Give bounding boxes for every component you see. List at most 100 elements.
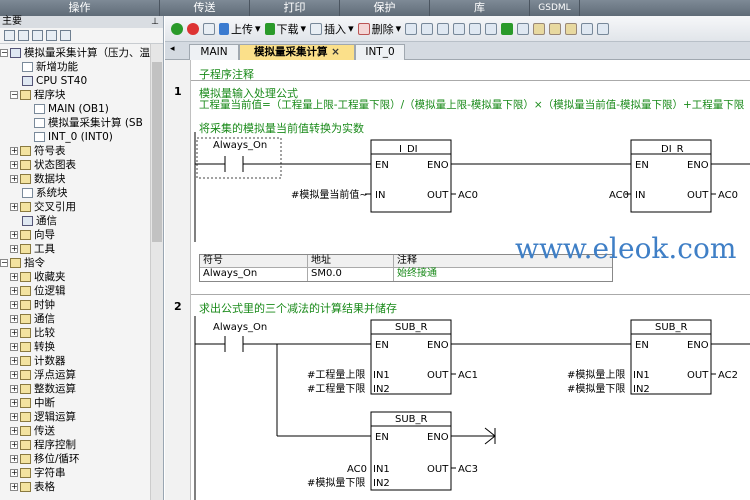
expand-icon[interactable]: + — [10, 301, 18, 309]
ribbon-tab-print[interactable]: 打印 — [250, 0, 340, 16]
expand-icon[interactable]: + — [10, 357, 18, 365]
expand-icon[interactable]: + — [10, 175, 18, 183]
upload-button[interactable]: 上传 ▾ — [219, 21, 261, 37]
expand-icon[interactable]: + — [10, 329, 18, 337]
tree-item-sub[interactable]: 模拟量采集计算 (SB — [34, 116, 143, 130]
tree-item-convert[interactable]: + 转换 — [10, 340, 55, 354]
stop-icon[interactable] — [187, 22, 199, 35]
expand-icon[interactable]: + — [10, 441, 18, 449]
tree-doc-icon[interactable] — [32, 30, 43, 41]
delete-button[interactable]: 删除 ▾ — [357, 21, 401, 37]
expand-icon[interactable]: + — [10, 273, 18, 281]
tree-item-program-ctrl[interactable]: + 程序控制 — [10, 438, 76, 452]
tree-item-compare[interactable]: + 比较 — [10, 326, 55, 340]
bookmark-icon[interactable] — [565, 22, 578, 35]
line-down-icon[interactable] — [597, 22, 610, 35]
status-icon[interactable] — [421, 22, 434, 35]
collapse-icon[interactable]: − — [0, 259, 8, 267]
expand-icon[interactable]: + — [10, 315, 18, 323]
line-up-icon[interactable] — [581, 22, 594, 35]
tree-item-string[interactable]: + 字符串 — [10, 466, 66, 480]
network-1-ladder[interactable]: Always_On I_DI EN ENO IN OUT #模拟量当前值~ AC… — [191, 132, 750, 242]
pin-icon[interactable]: ⊥ — [151, 16, 159, 28]
box-icon[interactable] — [517, 22, 530, 35]
network-2-ladder[interactable]: Always_On SUB_R EN ENO IN1 IN2 OUT #工程量上… — [191, 316, 750, 500]
tree-item-bit-logic[interactable]: + 位逻辑 — [10, 284, 66, 298]
collapse-icon[interactable]: − — [0, 49, 8, 57]
tree-item-float-math[interactable]: + 浮点运算 — [10, 368, 76, 382]
tree-item-program-block[interactable]: − 程序块 — [10, 88, 66, 102]
lock-icon[interactable] — [533, 22, 546, 35]
tree-item-int0[interactable]: INT_0 (INT0) — [34, 130, 113, 144]
expand-icon[interactable]: + — [10, 231, 18, 239]
ribbon-tab-gsdml[interactable]: GSDML — [530, 0, 580, 16]
expand-icon[interactable]: + — [10, 455, 18, 463]
tree-list-icon[interactable] — [18, 30, 29, 41]
monitor-icon[interactable] — [405, 22, 418, 35]
goto-icon[interactable] — [501, 22, 514, 35]
tree-item-interrupt[interactable]: + 中断 — [10, 396, 55, 410]
tab-main[interactable]: MAIN — [189, 44, 239, 60]
tree-item-symbol-table[interactable]: + 符号表 — [10, 144, 66, 158]
run-icon[interactable] — [171, 22, 183, 35]
tree-view-icon[interactable] — [4, 30, 15, 41]
expand-icon[interactable]: + — [10, 399, 18, 407]
tree-item-favorites[interactable]: + 收藏夹 — [10, 270, 66, 284]
tree-props-icon[interactable] — [46, 30, 57, 41]
tree-item-clock[interactable]: + 时钟 — [10, 298, 55, 312]
expand-icon[interactable]: + — [10, 161, 18, 169]
tree-scrollbar[interactable] — [150, 44, 163, 500]
tree-item-status-chart[interactable]: + 状态图表 — [10, 158, 76, 172]
network-title[interactable]: 求出公式里的三个减法的计算结果并储存 — [199, 300, 397, 316]
network-delete-icon[interactable] — [453, 22, 466, 35]
ladder-editor[interactable]: 子程序注释 1 模拟量输入处理公式 工程量当前值=（工程量上限-工程量下限）/（… — [165, 60, 750, 500]
tree-item-main[interactable]: MAIN (OB1) — [34, 102, 109, 116]
tree-item-instructions[interactable]: − 指令 — [0, 256, 45, 270]
tab-scroll-left-icon[interactable]: ◂ — [170, 44, 175, 54]
ribbon-tab-transfer[interactable]: 传送 — [160, 0, 250, 16]
tree-item-logic-ops[interactable]: + 逻辑运算 — [10, 410, 76, 424]
network-insert-icon[interactable] — [437, 22, 450, 35]
expand-icon[interactable]: + — [10, 245, 18, 253]
tree-item-cross-ref[interactable]: + 交叉引用 — [10, 200, 76, 214]
expand-icon[interactable]: + — [10, 427, 18, 435]
tree-item-comm[interactable]: 通信 — [22, 214, 57, 228]
download-button[interactable]: 下载 ▾ — [264, 21, 306, 37]
tree-item-data-block[interactable]: + 数据块 — [10, 172, 66, 186]
compile-icon[interactable] — [203, 22, 215, 35]
tree-window-icon[interactable] — [60, 30, 71, 41]
tab-int0[interactable]: INT_0 — [355, 44, 405, 60]
expand-icon[interactable]: + — [10, 469, 18, 477]
tree-item-table[interactable]: + 表格 — [10, 480, 55, 494]
tree-item-counter[interactable]: + 计数器 — [10, 354, 66, 368]
tree-item-system-block[interactable]: 系统块 — [22, 186, 68, 200]
tree-root[interactable]: − 模拟量采集计算（压力、温 — [0, 46, 150, 60]
expand-icon[interactable]: + — [10, 287, 18, 295]
tree-item-transfer[interactable]: + 传送 — [10, 424, 55, 438]
tree-item-new-features[interactable]: 新增功能 — [22, 60, 78, 74]
network-formula-comment[interactable]: 工程量当前值=（工程量上限-工程量下限）/（模拟量上限-模拟量下限）×（模拟量当… — [199, 97, 744, 112]
expand-icon[interactable]: + — [10, 413, 18, 421]
expand-icon[interactable]: + — [10, 343, 18, 351]
coil-icon[interactable] — [485, 22, 498, 35]
collapse-icon[interactable]: − — [10, 91, 18, 99]
contact-icon[interactable] — [469, 22, 482, 35]
tab-sub[interactable]: 模拟量采集计算 × — [239, 44, 355, 60]
insert-button[interactable]: 插入 ▾ — [310, 21, 354, 37]
tree-item-comm2[interactable]: + 通信 — [10, 312, 55, 326]
ribbon-tab-protect[interactable]: 保护 — [340, 0, 430, 16]
expand-icon[interactable]: + — [10, 483, 18, 491]
scrollbar-thumb[interactable] — [152, 62, 162, 242]
tab-close-icon[interactable]: × — [331, 46, 340, 58]
expand-icon[interactable]: + — [10, 385, 18, 393]
expand-icon[interactable]: + — [10, 147, 18, 155]
tree-item-wizard[interactable]: + 向导 — [10, 228, 55, 242]
expand-icon[interactable]: + — [10, 371, 18, 379]
tree-item-cpu[interactable]: CPU ST40 — [22, 74, 87, 88]
tree-item-tools[interactable]: + 工具 — [10, 242, 55, 256]
ribbon-tab-library[interactable]: 库 — [430, 0, 530, 16]
tree-item-shift-rotate[interactable]: + 移位/循环 — [10, 452, 80, 466]
expand-icon[interactable]: + — [10, 203, 18, 211]
unlock-icon[interactable] — [549, 22, 562, 35]
tree-item-int-math[interactable]: + 整数运算 — [10, 382, 76, 396]
